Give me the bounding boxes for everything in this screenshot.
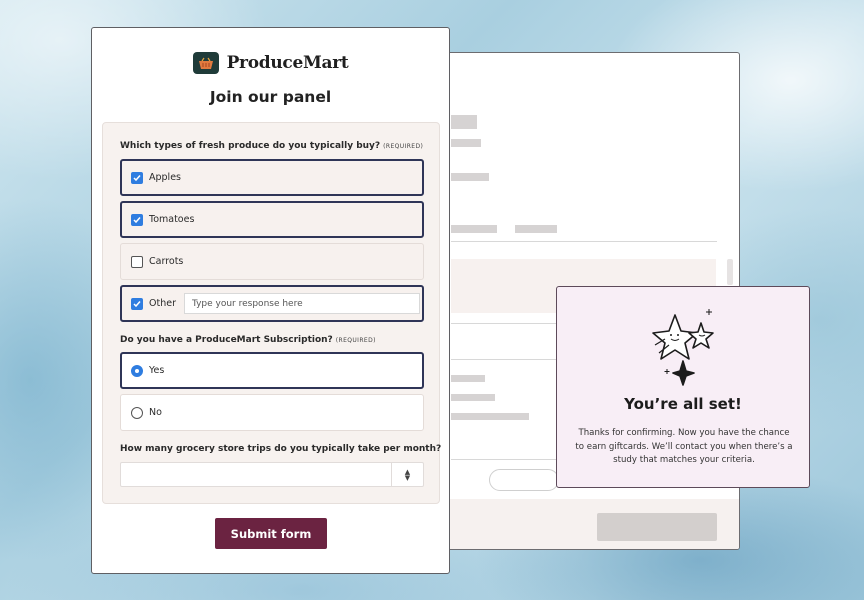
placeholder-block <box>451 394 495 401</box>
other-response-input[interactable] <box>183 293 420 314</box>
page-title: Join our panel <box>209 88 332 106</box>
placeholder-block <box>515 225 557 233</box>
form-body: Which types of fresh produce do you typi… <box>102 122 442 504</box>
option-label: Yes <box>149 365 165 376</box>
option-apples[interactable]: Apples <box>120 159 424 196</box>
required-tag: (REQUIRED) <box>335 337 376 344</box>
option-other[interactable]: Other <box>120 285 424 322</box>
confirmation-title: You’re all set! <box>624 395 742 413</box>
trips-number-input[interactable]: ▲ ▼ <box>120 462 424 487</box>
option-label: Other <box>149 298 176 309</box>
stars-icon <box>652 309 714 386</box>
radio-selected-icon[interactable] <box>131 364 143 377</box>
checkbox-unchecked-icon[interactable] <box>131 255 143 268</box>
brand-name: ProduceMart <box>226 53 349 73</box>
option-yes[interactable]: Yes <box>120 352 424 389</box>
radio-unselected-icon[interactable] <box>131 406 143 419</box>
confirmation-card: You’re all set! Thanks for confirming. N… <box>556 286 810 488</box>
checkbox-checked-icon[interactable] <box>131 297 143 310</box>
placeholder-button[interactable] <box>597 513 717 541</box>
divider <box>451 241 717 242</box>
option-label: Apples <box>149 172 181 183</box>
option-no[interactable]: No <box>120 394 424 431</box>
question-subscription-label: Do you have a ProduceMart Subscription?(… <box>120 335 376 345</box>
option-label: Carrots <box>149 256 184 267</box>
option-label: Tomatoes <box>149 214 195 225</box>
required-tag: (REQUIRED) <box>383 143 424 150</box>
checkbox-checked-icon[interactable] <box>131 171 143 184</box>
option-label: No <box>149 407 162 418</box>
confirmation-message: Thanks for confirming. Now you have the … <box>575 428 793 465</box>
placeholder-block <box>451 173 489 181</box>
placeholder-block <box>451 375 485 382</box>
scrollbar[interactable] <box>727 259 733 285</box>
checkbox-checked-icon[interactable] <box>131 213 143 226</box>
placeholder-block <box>451 225 497 233</box>
placeholder-block <box>451 115 477 129</box>
placeholder-block <box>451 413 529 420</box>
submit-form-button[interactable]: Submit form <box>215 518 327 549</box>
question-trips-label: How many grocery store trips do you typi… <box>120 444 442 454</box>
placeholder-block <box>451 139 481 147</box>
question-produce-label: Which types of fresh produce do you typi… <box>120 141 423 151</box>
placeholder-pill[interactable] <box>489 469 559 491</box>
question-text: Which types of fresh produce do you typi… <box>120 141 381 151</box>
stepper-arrows-icon[interactable]: ▲ ▼ <box>391 463 423 486</box>
option-carrots[interactable]: Carrots <box>120 243 424 280</box>
question-text: Do you have a ProduceMart Subscription? <box>120 335 333 345</box>
basket-icon <box>192 52 219 74</box>
brand-header: ProduceMart <box>92 52 449 74</box>
option-tomatoes[interactable]: Tomatoes <box>120 201 424 238</box>
signup-form-card: ProduceMart Join our panel Which types o… <box>91 27 450 574</box>
